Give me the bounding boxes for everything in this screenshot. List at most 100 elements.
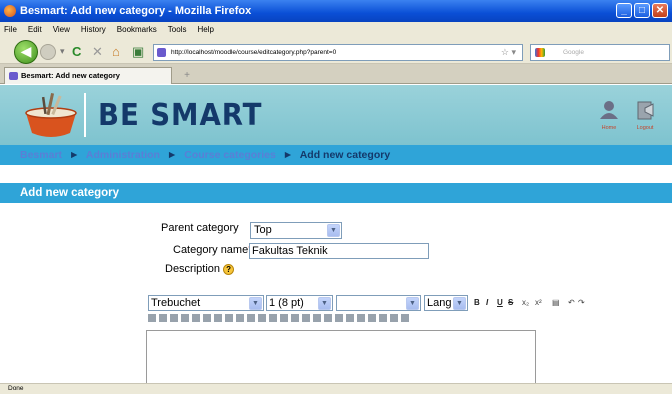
new-tab-button[interactable]: + (180, 70, 194, 82)
page-content: BE SMART Home Logout Besmart ► Administr… (0, 85, 672, 383)
superscript-button[interactable]: x² (535, 298, 542, 308)
align-center-icon[interactable] (159, 314, 167, 322)
chevron-down-icon[interactable]: ▼ (318, 297, 331, 310)
address-bar[interactable]: http://localhost/moodle/course/editcateg… (153, 44, 523, 61)
font-size-select[interactable]: 1 (8 pt) ▼ (266, 295, 333, 311)
smiley-icon[interactable] (357, 314, 365, 322)
redo-icon[interactable]: ↷ (578, 298, 585, 308)
special-char-icon[interactable] (368, 314, 376, 322)
clean-word-icon[interactable]: ▤ (552, 298, 560, 308)
strikethrough-button[interactable]: S (508, 298, 513, 308)
back-button[interactable]: ◀ (14, 40, 38, 64)
menu-file[interactable]: File (4, 25, 17, 34)
category-name-label-text: Category name (173, 244, 249, 256)
help-icon[interactable]: ? (223, 263, 235, 275)
image-icon[interactable] (335, 314, 343, 322)
ordered-list-icon[interactable] (214, 314, 222, 322)
search-box[interactable]: Google (530, 44, 670, 61)
font-family-value: Trebuchet (151, 297, 201, 309)
font-family-select[interactable]: Trebuchet ▼ (148, 295, 264, 311)
home-link[interactable]: Home (594, 99, 624, 131)
browser-tab[interactable]: Besmart: Add new category (4, 67, 172, 84)
site-logo-text: BE SMART (98, 98, 263, 133)
outdent-icon[interactable] (236, 314, 244, 322)
background-color-icon[interactable] (269, 314, 277, 322)
logo-icon (25, 93, 77, 137)
search-placeholder: Google (563, 49, 584, 56)
status-text: Done (8, 385, 24, 392)
breadcrumb: Besmart ► Administration ► Course catego… (0, 145, 672, 165)
table-icon[interactable] (346, 314, 354, 322)
unordered-list-icon[interactable] (225, 314, 233, 322)
unlink-icon[interactable] (313, 314, 321, 322)
align-justify-icon[interactable] (181, 314, 189, 322)
rtl-icon[interactable] (203, 314, 211, 322)
parent-category-select[interactable]: Top ▼ (250, 222, 342, 239)
html-source-icon[interactable] (390, 314, 398, 322)
ltr-icon[interactable] (192, 314, 200, 322)
site-favicon (157, 48, 166, 57)
reload-icon[interactable]: C (72, 45, 81, 58)
underline-button[interactable]: U (497, 298, 503, 308)
minimize-button[interactable]: _ (616, 3, 632, 18)
text-color-icon[interactable] (258, 314, 266, 322)
align-right-icon[interactable] (170, 314, 178, 322)
chevron-down-icon[interactable]: ▼ (327, 224, 340, 237)
search-engine-icon[interactable] (535, 48, 545, 57)
editor-format-toolbar (148, 312, 528, 324)
anchor-icon[interactable] (291, 314, 299, 322)
fullscreen-icon[interactable] (401, 314, 409, 322)
logo-divider (84, 93, 86, 137)
description-label: Description? (165, 263, 235, 275)
chevron-down-icon[interactable]: ▼ (453, 297, 466, 310)
heading-select[interactable]: ▼ (336, 295, 421, 311)
chevron-down-icon[interactable]: ▼ (406, 297, 419, 310)
bold-button[interactable]: B (474, 298, 480, 308)
stop-icon[interactable]: ✕ (92, 45, 103, 58)
bookmark-icon[interactable]: ▣ (132, 45, 144, 58)
description-label-text: Description (165, 263, 221, 275)
chevron-down-icon[interactable]: ▼ (249, 297, 262, 310)
section-heading: Add new category (0, 183, 672, 203)
tab-favicon (9, 72, 18, 80)
breadcrumb-course-categories[interactable]: Course categories (184, 149, 276, 161)
nolink-icon[interactable] (324, 314, 332, 322)
breadcrumb-current: Add new category (299, 149, 391, 161)
link-icon[interactable] (302, 314, 310, 322)
search-replace-icon[interactable] (379, 314, 387, 322)
forward-button[interactable] (40, 44, 56, 60)
menu-edit[interactable]: Edit (28, 25, 42, 34)
logout-icon (637, 101, 654, 120)
menu-tools[interactable]: Tools (168, 25, 187, 34)
window-title: Besmart: Add new category - Mozilla Fire… (20, 5, 252, 17)
indent-icon[interactable] (247, 314, 255, 322)
category-name-input[interactable]: Fakultas Teknik (249, 243, 429, 259)
font-size-value: 1 (8 pt) (269, 297, 304, 309)
navigation-toolbar: ◀ ▾ C ✕ ⌂ ▣ http://localhost/moodle/cour… (0, 36, 672, 64)
site-header: BE SMART Home Logout (0, 85, 672, 145)
logout-link[interactable]: Logout (628, 99, 662, 131)
menu-history[interactable]: History (81, 25, 106, 34)
breadcrumb-separator: ► (282, 149, 294, 161)
maximize-button[interactable]: □ (634, 3, 650, 18)
menu-bookmarks[interactable]: Bookmarks (117, 25, 157, 34)
undo-icon[interactable]: ↶ (568, 298, 575, 308)
italic-button[interactable]: I (486, 298, 488, 308)
align-left-icon[interactable] (148, 314, 156, 322)
close-window-button[interactable]: ✕ (652, 3, 668, 18)
horizontal-rule-icon[interactable] (280, 314, 288, 322)
language-select[interactable]: Lang ▼ (424, 295, 468, 311)
category-name-value: Fakultas Teknik (252, 245, 328, 257)
breadcrumb-besmart[interactable]: Besmart (20, 149, 62, 161)
menu-view[interactable]: View (53, 25, 70, 34)
history-dropdown-icon[interactable]: ▾ (60, 45, 65, 58)
description-editor[interactable] (146, 330, 536, 383)
menu-bar: File Edit View History Bookmarks Tools H… (0, 22, 672, 36)
parent-category-label: Parent category (161, 222, 239, 234)
menu-help[interactable]: Help (197, 25, 213, 34)
breadcrumb-administration[interactable]: Administration (86, 149, 160, 161)
subscript-button[interactable]: x₂ (522, 298, 529, 308)
status-bar: Done (0, 383, 672, 394)
home-icon[interactable]: ⌂ (112, 45, 120, 58)
bookmark-star-icon[interactable]: ☆ ▾ (501, 45, 516, 60)
